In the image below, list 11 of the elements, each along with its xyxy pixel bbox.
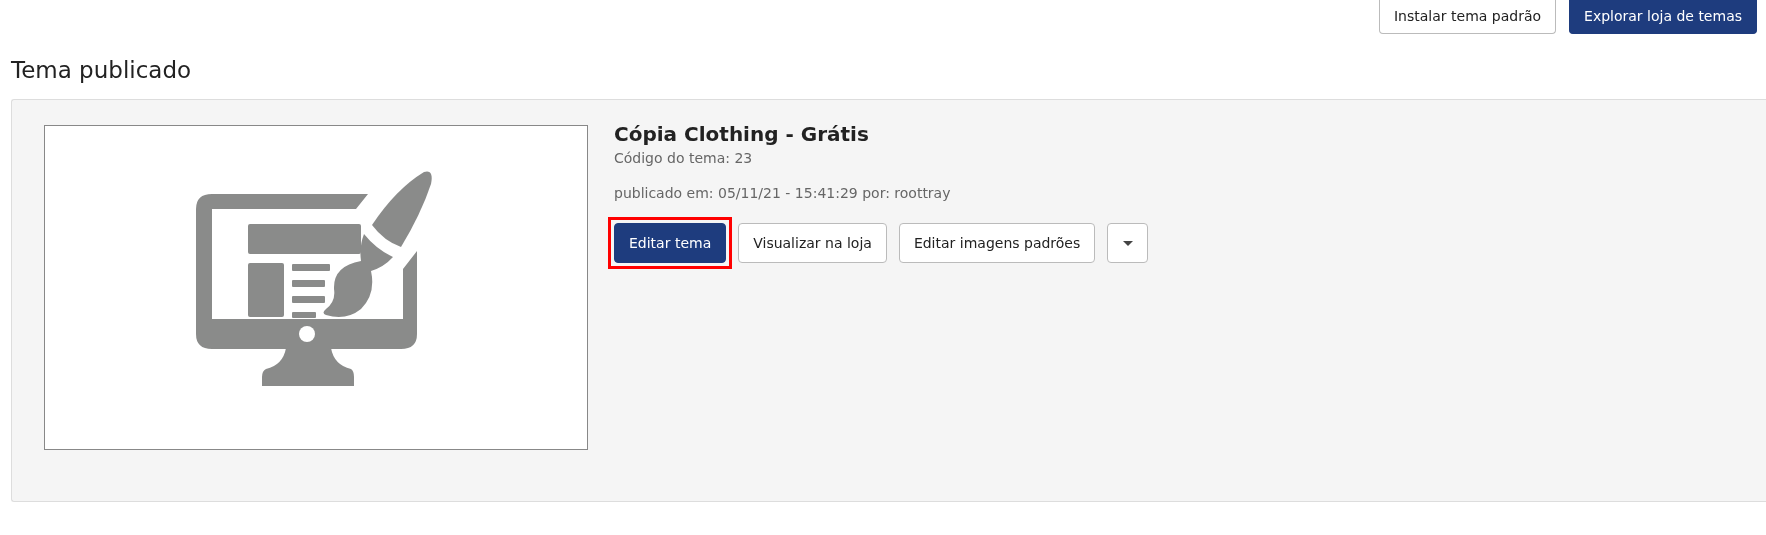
caret-icon bbox=[1122, 240, 1133, 246]
install-default-button[interactable]: Instalar tema padrão bbox=[1379, 0, 1557, 34]
edit-theme-button[interactable]: Editar tema bbox=[614, 223, 727, 263]
published-info: publicado em: 05/11/21 - 15:41:29 por: roottray bbox=[614, 184, 951, 203]
dropdown-button[interactable] bbox=[1107, 223, 1149, 263]
section-title: Tema publicado bbox=[11, 56, 192, 85]
explore-store-button[interactable]: Explorar loja de temas bbox=[1569, 0, 1757, 34]
theme-code: Código do tema: 23 bbox=[614, 149, 753, 168]
action-button[interactable]: Visualizar na loja bbox=[738, 223, 887, 263]
action-button[interactable]: Editar imagens padrões bbox=[898, 223, 1096, 263]
theme-name: Cópia Clothing - Grátis bbox=[614, 121, 869, 148]
